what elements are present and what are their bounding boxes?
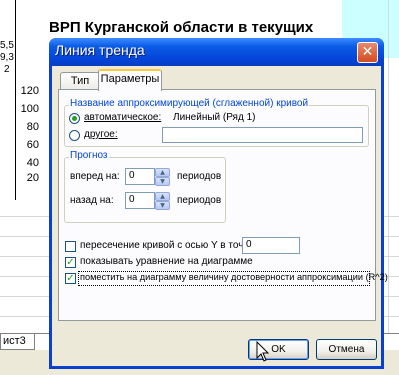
mouse-pointer-icon bbox=[256, 341, 270, 362]
tab-parameters[interactable]: Параметры bbox=[98, 69, 162, 91]
dialog-client: Тип Параметры Название аппроксимирующей … bbox=[52, 66, 388, 366]
dialog-titlebar[interactable]: Линия тренда ✕ bbox=[49, 38, 384, 66]
y-tick-label: 100 bbox=[20, 103, 39, 115]
y-tick-label: 40 bbox=[26, 157, 39, 169]
forecast-forward-label: вперед на: bbox=[70, 171, 120, 182]
sheet-tab[interactable]: ист3 bbox=[0, 334, 35, 350]
spin-down-icon[interactable]: ▼ bbox=[155, 177, 170, 186]
tab-panel-parameters: Название аппроксимирующей (сглаженной) к… bbox=[58, 89, 388, 321]
intercept-checkbox[interactable] bbox=[65, 241, 76, 252]
other-name-label: другое: bbox=[84, 129, 118, 140]
y-tick-label: 20 bbox=[26, 172, 39, 184]
intercept-input[interactable]: 0 bbox=[242, 237, 300, 254]
forecast-back-unit: периодов bbox=[177, 195, 222, 206]
forecast-group-label: Прогноз bbox=[69, 150, 109, 161]
tab-type[interactable]: Тип bbox=[60, 72, 100, 90]
forecast-forward-unit: периодов bbox=[177, 171, 222, 182]
forecast-forward-input[interactable]: 0 bbox=[125, 168, 155, 185]
intercept-label: пересечение кривой с осью Y в точке: bbox=[80, 240, 257, 251]
show-r2-checkbox[interactable]: ✓ bbox=[65, 273, 76, 284]
name-groupbox: Название аппроксимирующей (сглаженной) к… bbox=[64, 98, 369, 147]
y-tick-label: 120 bbox=[20, 85, 39, 97]
show-equation-checkbox[interactable]: ✓ bbox=[65, 257, 76, 268]
show-r2-label: поместить на диаграмму величину достовер… bbox=[80, 272, 388, 282]
show-equation-label: показывать уравнение на диаграмме bbox=[80, 256, 253, 267]
close-button[interactable]: ✕ bbox=[357, 42, 378, 63]
other-name-input[interactable] bbox=[162, 127, 363, 143]
spin-up-icon[interactable]: ▲ bbox=[155, 168, 170, 177]
y-tick-label: 60 bbox=[26, 139, 39, 151]
y-tick-label: 80 bbox=[26, 121, 39, 133]
forecast-groupbox: Прогноз вперед на: 0 ▲ ▼ периодов назад … bbox=[64, 150, 226, 223]
cell-value: 9,3 bbox=[0, 52, 14, 63]
dialog-title: Линия тренда bbox=[55, 42, 145, 58]
forecast-back-input[interactable]: 0 bbox=[125, 192, 155, 209]
auto-name-label: автоматическое: bbox=[84, 112, 162, 123]
cell-value: 5,5 bbox=[0, 40, 14, 51]
auto-name-value: Линейный (Ряд 1) bbox=[173, 112, 256, 123]
trendline-dialog: Линия тренда ✕ Тип Параметры Название ап… bbox=[49, 38, 388, 369]
spin-down-icon[interactable]: ▼ bbox=[155, 201, 170, 210]
auto-name-radio[interactable] bbox=[69, 113, 80, 124]
chart-frame bbox=[15, 0, 16, 200]
forecast-back-label: назад на: bbox=[70, 195, 114, 206]
grid-line bbox=[388, 0, 389, 333]
spin-up-icon[interactable]: ▲ bbox=[155, 192, 170, 201]
forecast-forward-spinner[interactable]: ▲ ▼ bbox=[155, 168, 170, 186]
chart-title: ВРП Курганской области в текущих bbox=[49, 19, 314, 36]
forecast-back-spinner[interactable]: ▲ ▼ bbox=[155, 192, 170, 210]
other-name-radio[interactable] bbox=[69, 130, 80, 141]
cell-value: 2 bbox=[4, 64, 10, 75]
cancel-button[interactable]: Отмена bbox=[316, 339, 377, 360]
name-group-label: Название аппроксимирующей (сглаженной) к… bbox=[69, 98, 310, 109]
